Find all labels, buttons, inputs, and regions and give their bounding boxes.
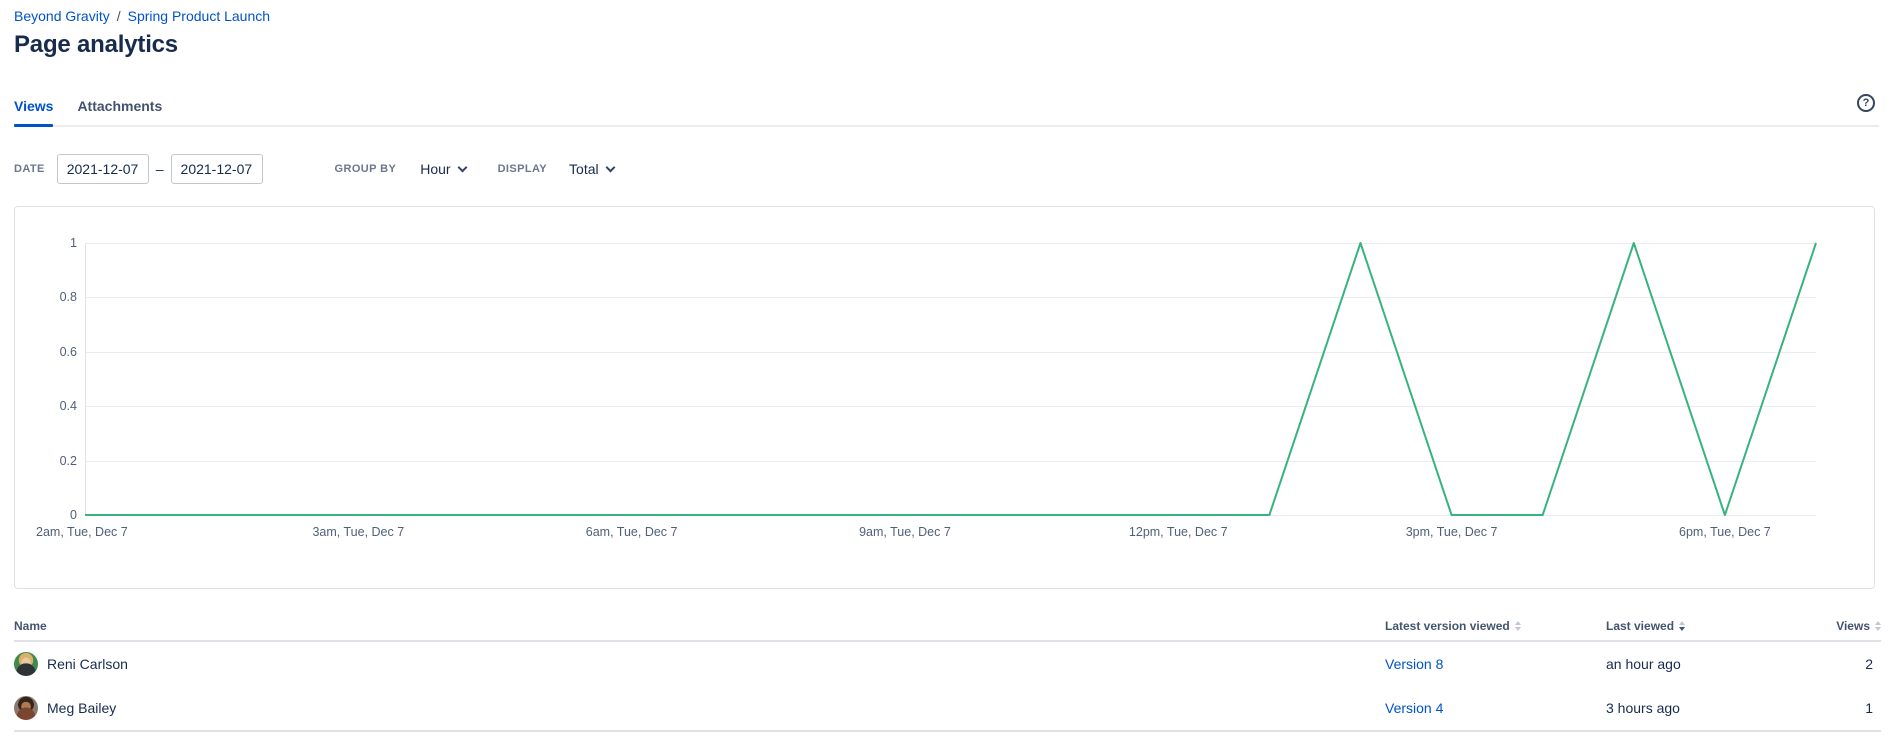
viewer-name: Meg Bailey [47, 700, 116, 716]
avatar [14, 652, 38, 676]
date-from-input[interactable] [57, 154, 149, 184]
display-select[interactable]: Total [569, 161, 614, 177]
table-row: Reni Carlson Version 8 an hour ago 2 [14, 642, 1881, 686]
last-viewed-value: an hour ago [1606, 656, 1819, 672]
column-header-latest-version-label: Latest version viewed [1385, 619, 1510, 633]
chevron-down-icon [457, 162, 467, 172]
filter-bar: DATE – GROUP BY Hour DISPLAY Total [14, 154, 1879, 184]
viewer-name-cell: Meg Bailey [14, 696, 1385, 720]
column-header-last-viewed-label: Last viewed [1606, 619, 1674, 633]
viewer-name-cell: Reni Carlson [14, 652, 1385, 676]
version-link[interactable]: Version 8 [1385, 656, 1443, 672]
display-value: Total [569, 161, 599, 177]
group-by-label: GROUP BY [335, 163, 397, 175]
views-line-series [85, 243, 1816, 515]
sort-icon [1875, 621, 1881, 631]
column-header-last-viewed[interactable]: Last viewed [1606, 619, 1819, 633]
viewers-table: Name Latest version viewed Last viewed V… [14, 613, 1881, 732]
tab-bar: Views Attachments ? [14, 96, 1879, 127]
column-header-views[interactable]: Views [1819, 619, 1881, 633]
date-label: DATE [14, 163, 45, 175]
group-by-value: Hour [420, 161, 450, 177]
last-viewed-value: 3 hours ago [1606, 700, 1819, 716]
breadcrumb-link-page[interactable]: Spring Product Launch [128, 8, 270, 24]
column-header-name-label: Name [14, 619, 47, 633]
tab-views-label: Views [14, 98, 53, 114]
page-analytics-view: Beyond Gravity / Spring Product Launch Pag… [0, 0, 1891, 732]
version-link[interactable]: Version 4 [1385, 700, 1443, 716]
table-row: Meg Bailey Version 4 3 hours ago 1 [14, 686, 1881, 730]
date-range-separator: – [156, 161, 164, 177]
viewer-name: Reni Carlson [47, 656, 128, 672]
sort-icon [1515, 621, 1521, 631]
display-label: DISPLAY [498, 163, 547, 175]
active-tab-underline [14, 124, 53, 127]
column-header-views-label: Views [1836, 619, 1870, 633]
breadcrumb-link-space[interactable]: Beyond Gravity [14, 8, 110, 24]
tab-attachments[interactable]: Attachments [77, 96, 162, 125]
views-count: 1 [1819, 700, 1881, 716]
table-body: Reni Carlson Version 8 an hour ago 2 Meg… [14, 642, 1881, 732]
table-header-row: Name Latest version viewed Last viewed V… [14, 613, 1881, 642]
breadcrumb: Beyond Gravity / Spring Product Launch [14, 6, 1879, 26]
date-to-input[interactable] [171, 154, 263, 184]
views-line-chart: 00.20.40.60.812am, Tue, Dec 73am, Tue, D… [14, 206, 1875, 589]
sort-icon-active-desc [1679, 621, 1685, 631]
breadcrumb-separator: / [117, 8, 121, 24]
line-series-svg [15, 207, 1875, 589]
help-icon[interactable]: ? [1857, 94, 1875, 112]
tab-views[interactable]: Views [14, 96, 53, 125]
column-header-latest-version[interactable]: Latest version viewed [1385, 619, 1606, 633]
tab-attachments-label: Attachments [77, 98, 162, 114]
chevron-down-icon [605, 162, 615, 172]
group-by-select[interactable]: Hour [420, 161, 465, 177]
avatar [14, 696, 38, 720]
column-header-name: Name [14, 619, 1385, 633]
page-title: Page analytics [14, 30, 1879, 60]
views-count: 2 [1819, 656, 1881, 672]
